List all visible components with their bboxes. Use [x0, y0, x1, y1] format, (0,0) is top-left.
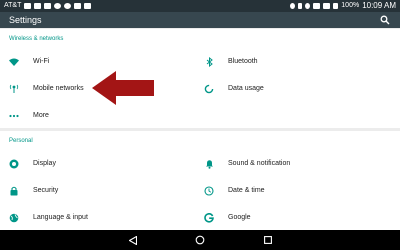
- wifi-icon: [9, 57, 19, 67]
- settings-item-display[interactable]: Display: [0, 151, 195, 176]
- lock-icon: [9, 186, 19, 196]
- bell-icon: [204, 159, 214, 169]
- app-notification-icon: [64, 3, 72, 9]
- location-status-icon: [290, 3, 296, 9]
- carrier-label: AT&T: [4, 2, 22, 9]
- bluetooth-status-icon: [298, 3, 303, 9]
- data-usage-icon: [204, 84, 214, 94]
- mail-notification-icon: [44, 3, 52, 9]
- battery-percent: 100%: [341, 2, 360, 9]
- status-bar: AT&T 100% 10:09 AM: [0, 0, 400, 12]
- app-bar: Settings: [0, 12, 400, 28]
- settings-item-security[interactable]: Security: [0, 178, 195, 203]
- globe-icon: [9, 213, 19, 223]
- settings-item-date-time[interactable]: Date & time: [195, 178, 400, 203]
- overflow-notification-icon: [84, 3, 92, 9]
- settings-item-label: Language & input: [33, 214, 88, 221]
- wifi-status-icon: [313, 3, 321, 9]
- settings-item-language[interactable]: Language & input: [0, 205, 195, 230]
- back-icon[interactable]: [129, 236, 137, 245]
- settings-item-label: Display: [33, 160, 56, 167]
- settings-item-sound[interactable]: Sound & notification: [195, 151, 400, 176]
- settings-item-label: Data usage: [228, 85, 264, 92]
- settings-item-data-usage[interactable]: Data usage: [195, 76, 400, 101]
- search-icon[interactable]: [380, 15, 390, 25]
- annotation-arrow: [92, 71, 154, 105]
- navigation-bar: [0, 230, 400, 250]
- page-title: Settings: [9, 15, 42, 25]
- brightness-icon: [9, 159, 19, 169]
- recents-icon[interactable]: [264, 236, 272, 244]
- signal-icon: [9, 84, 19, 94]
- settings-item-label: More: [33, 112, 49, 119]
- settings-item-label: Date & time: [228, 187, 265, 194]
- personal-panel: Display Security Language & input Sound …: [0, 151, 400, 230]
- image-notification-icon: [24, 3, 32, 9]
- settings-item-label: Mobile networks: [33, 85, 84, 92]
- google-icon: [204, 212, 214, 223]
- more-dots-icon: [9, 111, 19, 121]
- home-icon[interactable]: [195, 235, 205, 245]
- settings-item-google[interactable]: Google: [195, 205, 400, 230]
- vibrate-status-icon: [305, 3, 311, 9]
- settings-item-label: Bluetooth: [228, 58, 258, 65]
- settings-item-label: Sound & notification: [228, 160, 291, 167]
- bluetooth-icon: [204, 56, 214, 67]
- section-header-wireless: Wireless & networks: [0, 29, 400, 49]
- battery-status-icon: [333, 3, 339, 9]
- tablet-notification-icon: [74, 3, 82, 9]
- settings-item-label: Wi-Fi: [33, 58, 50, 65]
- settings-item-label: Security: [33, 187, 59, 194]
- sync-notification-icon: [54, 3, 62, 9]
- section-header-personal: Personal: [0, 131, 400, 151]
- settings-item-more[interactable]: More: [0, 103, 195, 128]
- wireless-panel: Wi-Fi Mobile networks More Bluetooth Dat…: [0, 49, 400, 128]
- signal-status-icon: [323, 3, 331, 9]
- clock-time: 10:09 AM: [362, 1, 396, 10]
- clock-icon: [204, 185, 214, 196]
- settings-item-bluetooth[interactable]: Bluetooth: [195, 49, 400, 74]
- calendar-notification-icon: [34, 3, 42, 9]
- settings-item-label: Google: [228, 214, 251, 221]
